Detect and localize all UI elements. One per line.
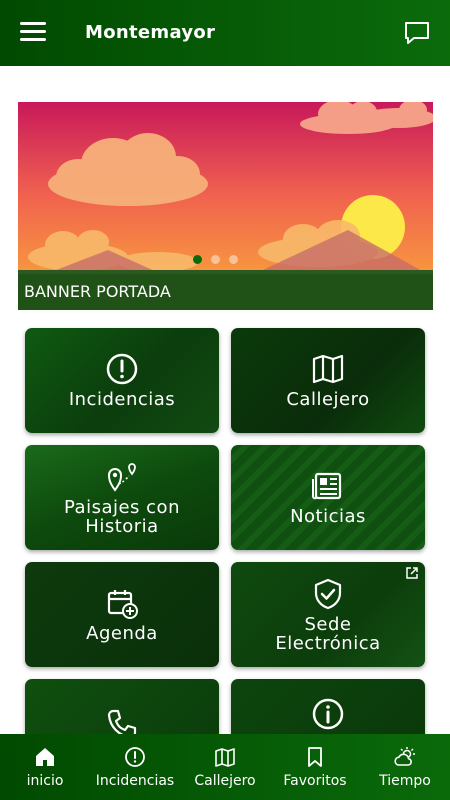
tile-label: Callejero [286, 389, 370, 410]
alert-circle-icon [125, 747, 145, 767]
banner-dot-1[interactable] [193, 255, 202, 264]
nav-item-callejero[interactable]: Callejero [180, 734, 270, 800]
tile-label: Noticias [290, 506, 366, 527]
calendar-add-icon [107, 590, 138, 619]
tile-label: Agenda [86, 623, 158, 644]
shield-check-icon [314, 578, 342, 609]
newspaper-icon [312, 472, 342, 500]
map-icon [215, 748, 235, 767]
nav-item-tiempo[interactable]: Tiempo [360, 734, 450, 800]
app-screen: Montemayor BANNER PORTADA Incidencias Ca… [0, 0, 450, 800]
nav-item-label: Tiempo [379, 773, 431, 789]
banner-dot-2[interactable] [211, 255, 220, 264]
nav-item-label: Incidencias [95, 773, 175, 789]
tile-paisajes-con-historia[interactable]: Paisajes con Historia [25, 445, 219, 550]
nav-item-label: inicio [26, 773, 64, 789]
tile-sede-electronica[interactable]: Sede Electrónica [231, 562, 425, 667]
tile-noticias[interactable]: Noticias [231, 445, 425, 550]
weather-sun-cloud-icon [394, 747, 415, 766]
banner-caption: BANNER PORTADA [18, 274, 433, 310]
route-pin-icon [107, 462, 136, 492]
app-title: Montemayor [85, 22, 216, 43]
map-icon [312, 354, 344, 384]
bottom-navigation: inicio Incidencias Callejero Favoritos T… [0, 734, 450, 800]
tile-label: Sede Electrónica [275, 613, 381, 654]
message-bubble-icon[interactable] [402, 18, 432, 48]
tile-incidencias[interactable]: Incidencias [25, 328, 219, 433]
app-header: Montemayor [0, 0, 450, 66]
tile-callejero[interactable]: Callejero [231, 328, 425, 433]
nav-item-label: Favoritos [283, 773, 347, 789]
tile-label: Paisajes con Historia [64, 496, 180, 537]
tile-label: Incidencias [68, 389, 176, 410]
home-icon [36, 748, 54, 766]
bookmark-icon [308, 747, 322, 767]
banner-dot-3[interactable] [229, 255, 238, 264]
nav-item-label: Callejero [194, 773, 256, 789]
nav-item-inicio[interactable]: inicio [0, 734, 90, 800]
nav-item-favoritos[interactable]: Favoritos [270, 734, 360, 800]
tile-agenda[interactable]: Agenda [25, 562, 219, 667]
alert-circle-icon [106, 353, 138, 385]
nav-item-incidencias[interactable]: Incidencias [90, 734, 180, 800]
info-circle-icon [312, 698, 344, 730]
home-banner[interactable]: BANNER PORTADA [18, 102, 433, 310]
banner-pagination [193, 255, 238, 264]
hamburger-menu-icon[interactable] [20, 22, 46, 44]
